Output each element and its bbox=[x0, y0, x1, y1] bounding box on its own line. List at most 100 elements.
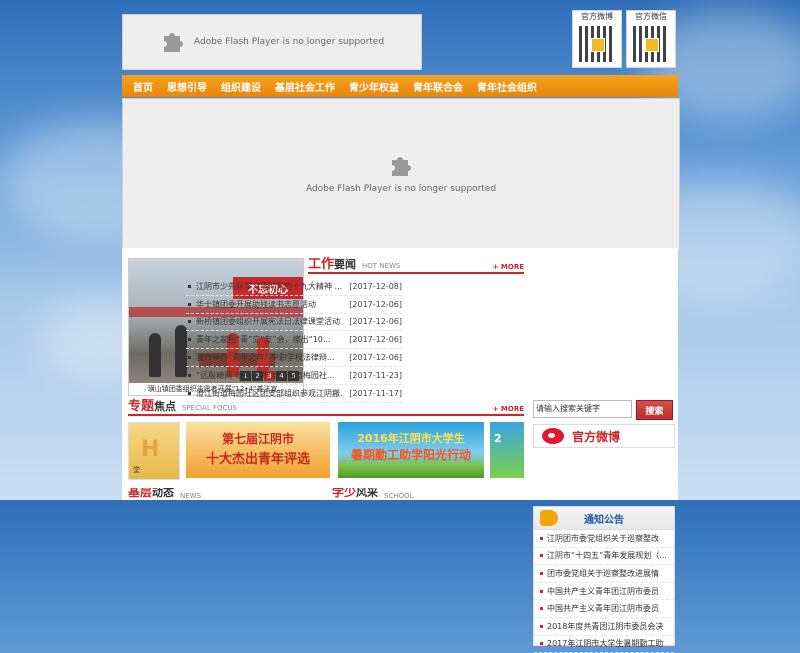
nav-item-home[interactable]: 首页 bbox=[133, 79, 153, 94]
news-item[interactable]: 我市举办“青年之声” 中职学校法律辩... [2017-12-06] bbox=[186, 349, 402, 367]
focus-card-text: 2016年江阴市大学生 bbox=[357, 432, 465, 445]
qr-label: 官方微信 bbox=[635, 12, 667, 21]
bullet-icon bbox=[540, 571, 543, 575]
notice-item[interactable]: 2018年度共青团江阴市委员会决 bbox=[534, 618, 674, 636]
search-button[interactable]: 搜索 bbox=[635, 400, 673, 420]
section-title-red: 基层 bbox=[128, 488, 153, 499]
search-input[interactable]: 请输入搜索关键字 bbox=[533, 400, 632, 418]
notice-item[interactable]: 团市委党组关于巡察整改进展情 bbox=[534, 565, 674, 583]
weibo-label: 官方微博 bbox=[572, 429, 621, 444]
news-date: [2017-11-23] bbox=[349, 370, 402, 380]
notice-item[interactable]: 中国共产主义青年团江阴市委员 bbox=[534, 600, 674, 618]
search-box: 请输入搜索关键字 搜索 bbox=[533, 400, 673, 420]
weibo-icon bbox=[542, 428, 564, 444]
news-date: [2017-11-17] bbox=[349, 388, 402, 398]
section-title-red: 学少 bbox=[332, 488, 357, 499]
news-title: 澄江街道梅园社区团支部组织参观江阴搬... bbox=[196, 388, 344, 398]
banner-flash-placeholder: Adobe Flash Player is no longer supporte… bbox=[122, 98, 680, 250]
news-item[interactable]: “远殷糖网 守护光明”澄江街道梅园社... [2017-11-23] bbox=[186, 367, 402, 385]
bullet-icon bbox=[540, 554, 543, 558]
news-title: 新桥镇团委组织开展宪法日法律课堂活动 bbox=[196, 317, 340, 327]
bullet-icon bbox=[188, 356, 191, 360]
focus-card-summer-work[interactable]: 2016年江阴市大学生 暑期勤工助学阳光行动 bbox=[338, 422, 484, 478]
section-title-en: SCHOOL bbox=[384, 492, 414, 500]
notice-item-title: 团市委党组关于巡察整改进展情 bbox=[547, 568, 659, 578]
news-date: [2017-12-06] bbox=[349, 299, 402, 309]
news-item[interactable]: 华士镇团委开展助残读书志愿活动 [2017-12-06] bbox=[186, 296, 402, 314]
section-title-black: 焦点 bbox=[154, 400, 177, 413]
news-item[interactable]: 青年之家相“青”交“友”会，擦出“10... [2017-12-06] bbox=[186, 331, 402, 350]
work-news-header: 工作 要闻 HOT NEWS + MORE bbox=[308, 256, 524, 274]
bullet-icon bbox=[188, 338, 191, 342]
notice-item[interactable]: 中国共产主义青年团江阴市委员 bbox=[534, 583, 674, 601]
notice-board: 通知公告 江阴团市委党组织关于巡察整改 江阴市“十四五”青年发展规划（... 团… bbox=[533, 506, 675, 653]
official-weibo-link[interactable]: 官方微博 bbox=[533, 424, 675, 448]
qr-weibo[interactable]: 官方微博 bbox=[572, 10, 622, 68]
nav-item-ideology[interactable]: 思想引导 bbox=[167, 79, 207, 94]
nav-item-youth-rights[interactable]: 青少年权益 bbox=[349, 79, 399, 94]
notice-item-title: 2018年度共青团江阴市委员会决 bbox=[547, 621, 664, 631]
more-link[interactable]: + MORE bbox=[493, 263, 524, 271]
focus-card-youth-award[interactable]: 第七届江阴市 十大杰出青年评选 bbox=[186, 422, 330, 478]
focus-card-text: 暑期勤工助学阳光行动 bbox=[350, 448, 471, 462]
plugin-puzzle-icon bbox=[163, 33, 183, 52]
focus-card-text: 十大杰出青年评选 bbox=[205, 452, 310, 467]
bullet-icon bbox=[188, 320, 191, 324]
section-title-en: NEWS bbox=[180, 492, 202, 500]
notice-title: 通知公告 bbox=[584, 514, 624, 526]
special-focus-carousel: H 堂 第七届江阴市 十大杰出青年评选 2016年江阴市大学生 暑期勤工助学阳光… bbox=[128, 422, 524, 480]
header-flash-placeholder: Adobe Flash Player is no longer supporte… bbox=[122, 14, 422, 70]
news-title: 江阴市少先队学习贯彻党的十九大精神 ... bbox=[196, 281, 343, 291]
news-item[interactable]: 澄江街道梅园社区团支部组织参观江阴搬... [2017-11-17] bbox=[186, 385, 402, 403]
news-item[interactable]: 新桥镇团委组织开展宪法日法律课堂活动 [2017-12-06] bbox=[186, 314, 402, 332]
notice-item[interactable]: 江阴团市委党组织关于巡察整改 bbox=[534, 530, 674, 548]
notice-item[interactable]: 2017年江阴市大学生暑期勤工助 bbox=[534, 636, 674, 653]
section-title-black: 风采 bbox=[356, 488, 379, 499]
notice-item-title: 江阴团市委党组织关于巡察整改 bbox=[547, 533, 659, 543]
bullet-icon bbox=[540, 607, 543, 611]
focus-card-text: H bbox=[141, 437, 160, 462]
focus-card-text: 第七届江阴市 bbox=[221, 432, 294, 446]
slider-photo-decoration bbox=[149, 333, 161, 377]
news-item[interactable]: 江阴市少先队学习贯彻党的十九大精神 ... [2017-12-08] bbox=[186, 278, 402, 296]
grassroots-news-header: 基层 动态 NEWS bbox=[128, 488, 318, 500]
bullet-icon bbox=[188, 373, 191, 377]
work-news-list: 江阴市少先队学习贯彻党的十九大精神 ... [2017-12-08] 华士镇团委开… bbox=[186, 278, 402, 403]
news-title: 华士镇团委开展助残读书志愿活动 bbox=[196, 299, 316, 309]
focus-card[interactable]: 2 bbox=[490, 422, 524, 478]
notice-item-title: 中国共产主义青年团江阴市委员 bbox=[547, 604, 659, 614]
notice-header: 通知公告 bbox=[534, 507, 674, 530]
qr-code-icon bbox=[633, 26, 669, 62]
more-link[interactable]: + MORE bbox=[493, 405, 524, 413]
bullet-icon bbox=[540, 536, 543, 540]
bullet-icon bbox=[540, 589, 543, 593]
bullet-icon bbox=[188, 391, 191, 395]
news-date: [2017-12-08] bbox=[349, 281, 402, 291]
news-date: [2017-12-06] bbox=[349, 353, 402, 363]
focus-card-text: 堂 bbox=[133, 466, 140, 474]
flash-message: Adobe Flash Player is no longer supporte… bbox=[193, 37, 385, 47]
notice-item-title: 2017年江阴市大学生暑期勤工助 bbox=[547, 639, 664, 649]
nav-item-youth-social-org[interactable]: 青年社会组织 bbox=[477, 79, 537, 94]
section-title-black: 动态 bbox=[152, 488, 175, 499]
plugin-puzzle-icon bbox=[392, 157, 411, 176]
school-style-header: 学少 风采 SCHOOL bbox=[332, 488, 522, 500]
bullet-icon bbox=[540, 642, 543, 646]
notice-item[interactable]: 江阴市“十四五”青年发展规划（... bbox=[534, 548, 674, 566]
news-title: 我市举办“青年之声” 中职学校法律辩... bbox=[196, 353, 335, 363]
bullet-icon bbox=[188, 284, 191, 288]
qr-wechat[interactable]: 官方微信 bbox=[626, 10, 676, 68]
focus-card-text: 2 bbox=[494, 432, 502, 445]
notice-item-title: 江阴市“十四五”青年发展规划（... bbox=[547, 551, 667, 561]
focus-card[interactable]: H 堂 bbox=[128, 422, 180, 480]
section-title-en: HOT NEWS bbox=[362, 262, 401, 270]
nav-item-organization[interactable]: 组织建设 bbox=[221, 79, 261, 94]
news-date: [2017-12-06] bbox=[349, 317, 402, 327]
news-title: “远殷糖网 守护光明”澄江街道梅园社... bbox=[196, 370, 335, 380]
nav-item-youth-federation[interactable]: 青年联合会 bbox=[413, 79, 463, 94]
news-date: [2017-12-06] bbox=[349, 335, 402, 345]
qr-label: 官方微博 bbox=[581, 12, 613, 21]
bullet-icon bbox=[540, 624, 543, 628]
nav-item-grassroots[interactable]: 基层社会工作 bbox=[275, 79, 335, 94]
section-title-black: 要闻 bbox=[334, 258, 357, 271]
